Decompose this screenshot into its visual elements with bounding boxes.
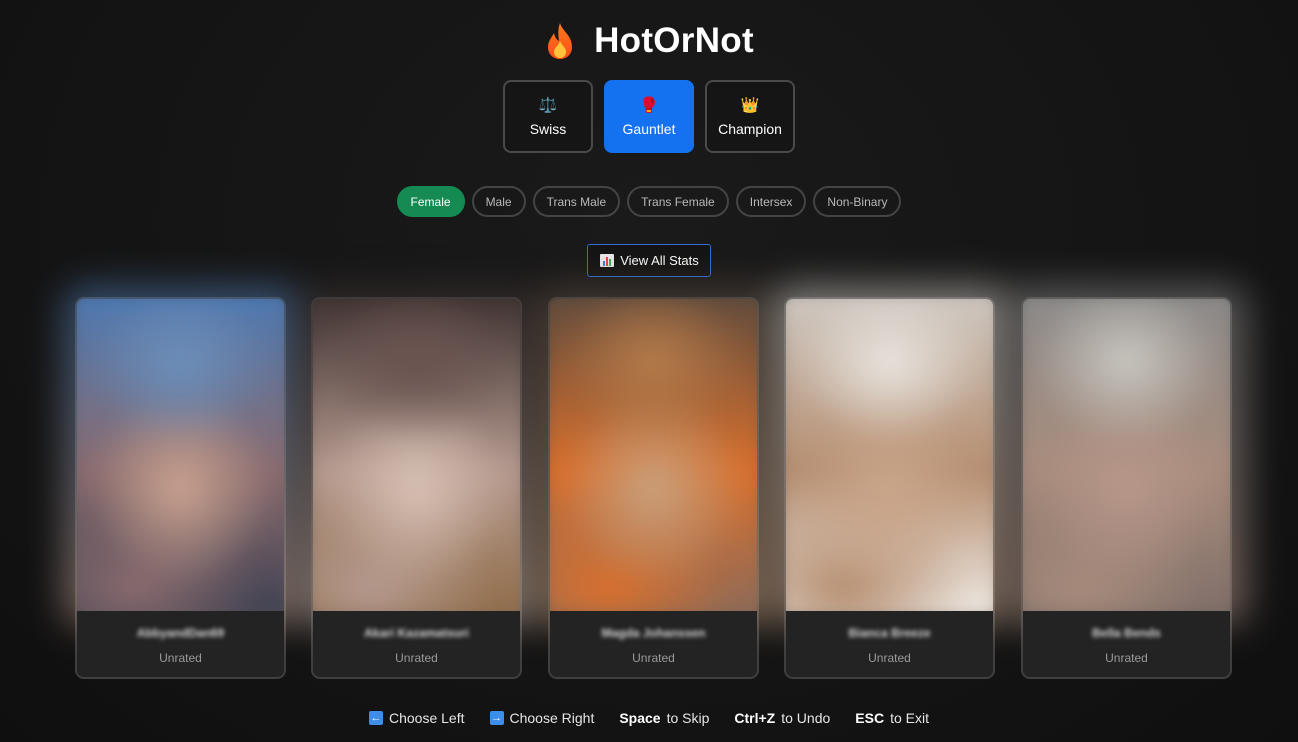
keyboard-hints: ← Choose Left → Choose Right Space to Sk… <box>0 710 1298 726</box>
contestant-rating: Unrated <box>159 651 202 665</box>
hint-label: to Exit <box>890 710 929 726</box>
hint-key: Space <box>619 710 661 726</box>
card-info: Bella Bends Unrated <box>1023 611 1230 677</box>
hint-skip: Space to Skip <box>619 710 709 726</box>
card-info: AbbyandDan69 Unrated <box>77 611 284 677</box>
contestant-photo <box>77 299 284 611</box>
flame-icon <box>548 23 573 59</box>
card-info: Akari Kazamatsuri Unrated <box>313 611 520 677</box>
gender-pill-trans-female[interactable]: Trans Female <box>627 186 729 217</box>
hint-choose-left: ← Choose Left <box>369 710 465 726</box>
app-title: HotOrNot <box>594 21 754 60</box>
contestant-rating: Unrated <box>1105 651 1148 665</box>
hint-key: ESC <box>855 710 885 726</box>
gender-pill-intersex[interactable]: Intersex <box>735 186 807 217</box>
stats-row: View All Stats <box>0 244 1298 277</box>
hint-label: to Undo <box>781 710 831 726</box>
contestant-rating: Unrated <box>868 651 911 665</box>
gender-pill-male[interactable]: Male <box>471 186 526 217</box>
contestant-rating: Unrated <box>632 651 675 665</box>
contestant-card[interactable]: Akari Kazamatsuri Unrated <box>299 285 538 679</box>
bar-chart-icon <box>600 254 615 267</box>
crown-icon: 👑 <box>740 96 760 114</box>
header: HotOrNot <box>0 18 1298 64</box>
contestant-card[interactable]: Bella Bends Unrated <box>1009 285 1248 679</box>
contestant-cards: AbbyandDan69 Unrated Akari Kazamatsuri U… <box>63 285 1248 679</box>
mode-label: Swiss <box>529 120 567 137</box>
card-info: Magda Johanssen Unrated <box>550 611 757 677</box>
view-all-stats-button[interactable]: View All Stats <box>587 244 711 277</box>
app-root: HotOrNot ⚖️ Swiss 🥊 Gauntlet 👑 Champion … <box>0 0 1298 742</box>
contestant-name: Bella Bends <box>1092 626 1161 640</box>
arrow-left-icon: ← <box>369 711 383 725</box>
scales-icon: ⚖️ <box>538 96 558 114</box>
hint-exit: ESC to Exit <box>855 710 929 726</box>
contestant-card[interactable]: Magda Johanssen Unrated <box>536 285 775 679</box>
gender-filter: Female Male Trans Male Trans Female Inte… <box>0 186 1298 217</box>
contestant-card[interactable]: Bianca Breeze Unrated <box>772 285 1011 679</box>
contestant-photo <box>1023 299 1230 611</box>
contestant-card[interactable]: AbbyandDan69 Unrated <box>63 285 302 679</box>
mode-label: Champion <box>718 120 782 137</box>
mode-champion-button[interactable]: 👑 Champion <box>705 80 795 153</box>
arrow-right-icon: → <box>489 711 504 725</box>
contestant-name: Bianca Breeze <box>848 626 931 640</box>
mode-selector: ⚖️ Swiss 🥊 Gauntlet 👑 Champion <box>0 80 1298 153</box>
hint-choose-right: → Choose Right <box>489 710 595 726</box>
gender-pill-trans-male[interactable]: Trans Male <box>532 186 621 217</box>
view-all-stats-label: View All Stats <box>620 253 699 268</box>
hint-label: Choose Left <box>389 710 465 726</box>
mode-gauntlet-button[interactable]: 🥊 Gauntlet <box>604 80 694 153</box>
contestant-photo <box>550 299 757 611</box>
hint-undo: Ctrl+Z to Undo <box>734 710 830 726</box>
contestant-photo <box>313 299 520 611</box>
contestant-name: Magda Johanssen <box>601 626 706 640</box>
contestant-photo <box>786 299 993 611</box>
card-info: Bianca Breeze Unrated <box>786 611 993 677</box>
contestant-name: AbbyandDan69 <box>136 626 225 640</box>
mode-swiss-button[interactable]: ⚖️ Swiss <box>503 80 593 153</box>
hint-key: Ctrl+Z <box>734 710 776 726</box>
mode-label: Gauntlet <box>622 120 676 137</box>
hint-label: to Skip <box>666 710 710 726</box>
hint-label: Choose Right <box>509 710 595 726</box>
gender-pill-non-binary[interactable]: Non-Binary <box>813 186 902 217</box>
gender-pill-female[interactable]: Female <box>396 186 465 217</box>
contestant-name: Akari Kazamatsuri <box>364 626 469 640</box>
contestant-rating: Unrated <box>395 651 438 665</box>
boxing-glove-icon: 🥊 <box>639 96 659 114</box>
